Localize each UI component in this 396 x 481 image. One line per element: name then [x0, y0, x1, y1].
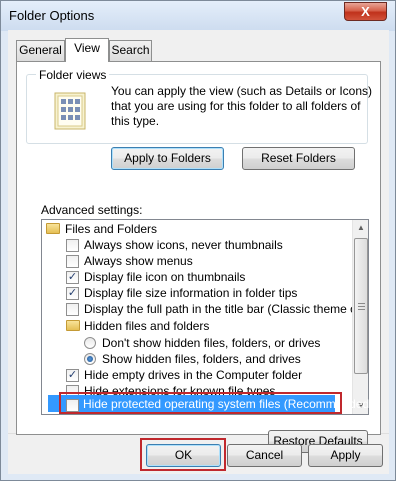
scroll-thumb[interactable]	[354, 238, 368, 374]
option-label: Display file size information in folder …	[84, 286, 298, 300]
tree-scrollbar[interactable]: ▲ ▼	[352, 220, 368, 414]
checkbox-checked[interactable]: ✓	[66, 369, 79, 382]
dialog-client: General View Search Folder views You can…	[8, 30, 389, 474]
option-label: Display file icon on thumbnails	[84, 270, 246, 284]
checkbox[interactable]	[66, 303, 79, 316]
checkbox-checked[interactable]: ✓	[66, 271, 79, 284]
checkbox-checked[interactable]: ✓	[66, 287, 79, 300]
apply-button[interactable]: Apply	[308, 444, 383, 467]
folder-views-description: You can apply the view (such as Details …	[111, 84, 373, 128]
option-label: Always show menus	[84, 254, 193, 268]
grip-line	[358, 303, 365, 304]
folder-views-label: Folder views	[36, 68, 110, 82]
apply-to-folders-button[interactable]: Apply to Folders	[111, 147, 224, 170]
radio-button[interactable]	[84, 337, 96, 349]
option-label: Don't show hidden files, folders, or dri…	[102, 336, 321, 350]
annotation-highlight-box	[59, 392, 342, 414]
folder-views-icon	[54, 92, 86, 130]
option-label: Display the full path in the title bar (…	[84, 302, 369, 316]
tree-folder-label: Files and Folders	[65, 222, 158, 236]
window-title: Folder Options	[9, 8, 95, 23]
checkbox[interactable]	[66, 255, 79, 268]
scroll-up-arrow-icon[interactable]: ▲	[353, 220, 369, 236]
advanced-settings-tree[interactable]: Files and Folders Always show icons, nev…	[41, 219, 369, 415]
grip-line	[358, 306, 365, 307]
title-bar[interactable]: Folder Options X	[1, 1, 395, 31]
checkbox[interactable]	[66, 239, 79, 252]
radio-button-selected[interactable]	[84, 353, 96, 365]
cancel-button[interactable]: Cancel	[227, 444, 302, 467]
folder-icon	[46, 223, 60, 234]
close-icon: X	[361, 4, 370, 19]
grip-line	[358, 309, 365, 310]
reset-folders-button[interactable]: Reset Folders	[242, 147, 355, 170]
annotation-ok-highlight	[140, 438, 226, 471]
tree-folder-label: Hidden files and folders	[84, 319, 210, 333]
tab-view[interactable]: View	[65, 38, 109, 62]
close-button[interactable]: X	[344, 2, 387, 21]
advanced-settings-label: Advanced settings:	[41, 203, 143, 217]
tab-general[interactable]: General	[16, 40, 65, 61]
folder-options-window: Folder Options X General View Search Fol…	[0, 0, 396, 481]
folder-icon	[66, 320, 80, 331]
option-label: Show hidden files, folders, and drives	[102, 352, 301, 366]
option-label: Always show icons, never thumbnails	[84, 238, 283, 252]
tab-search[interactable]: Search	[109, 40, 152, 61]
option-label: Hide empty drives in the Computer folder	[84, 368, 303, 382]
